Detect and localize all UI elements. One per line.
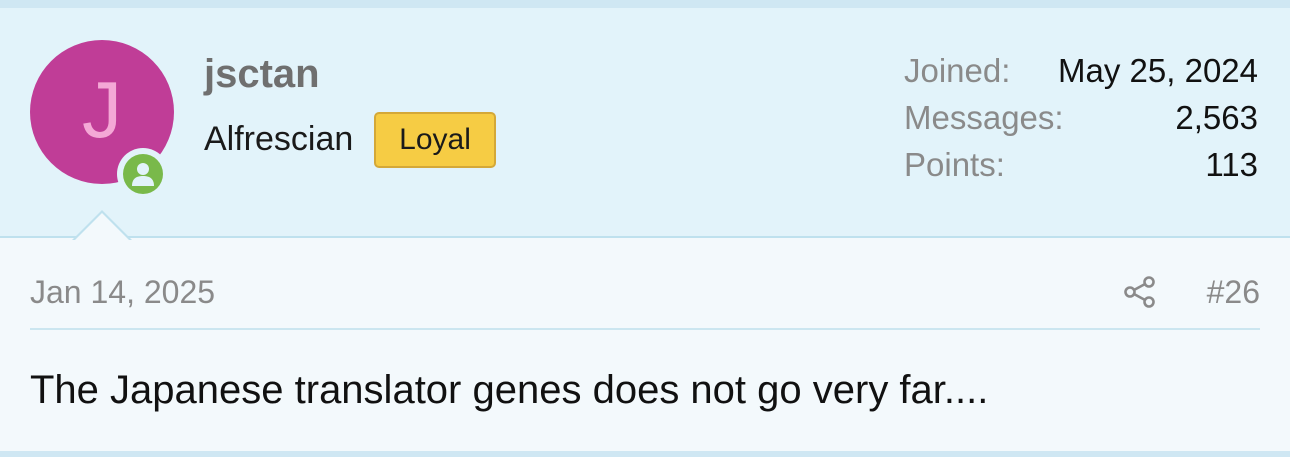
stat-joined: Joined: May 25, 2024 xyxy=(904,52,1258,99)
stat-label: Messages: xyxy=(904,99,1064,136)
post-date-link[interactable]: Jan 14, 2025 xyxy=(30,274,215,311)
top-border xyxy=(0,0,1290,8)
message-post: J jsctan Alfrescian Loyal Joined: May 25… xyxy=(0,0,1290,457)
online-status-badge xyxy=(117,148,169,200)
stat-value: May 25, 2024 xyxy=(1058,52,1258,89)
share-icon[interactable] xyxy=(1122,274,1158,310)
post-meta-bar: Jan 14, 2025 #26 xyxy=(30,274,1260,330)
user-stats: Joined: May 25, 2024 Messages: 2,563 Poi… xyxy=(904,52,1258,193)
bottom-border xyxy=(0,451,1290,457)
username-link[interactable]: jsctan xyxy=(204,52,320,97)
stat-value[interactable]: 2,563 xyxy=(1175,99,1258,137)
post-number-link[interactable]: #26 xyxy=(1207,274,1260,311)
avatar-letter: J xyxy=(82,65,122,154)
stat-label: Joined: xyxy=(904,52,1011,89)
stat-value[interactable]: 113 xyxy=(1205,146,1258,184)
stat-label: Points: xyxy=(904,146,1005,183)
user-title: Alfrescian xyxy=(204,120,354,158)
post-body-text: The Japanese translator genes does not g… xyxy=(30,368,989,412)
stat-messages: Messages: 2,563 xyxy=(904,99,1258,146)
user-banner-badge: Loyal xyxy=(374,112,496,168)
user-online-icon xyxy=(132,163,154,186)
stat-points: Points: 113 xyxy=(904,146,1258,193)
